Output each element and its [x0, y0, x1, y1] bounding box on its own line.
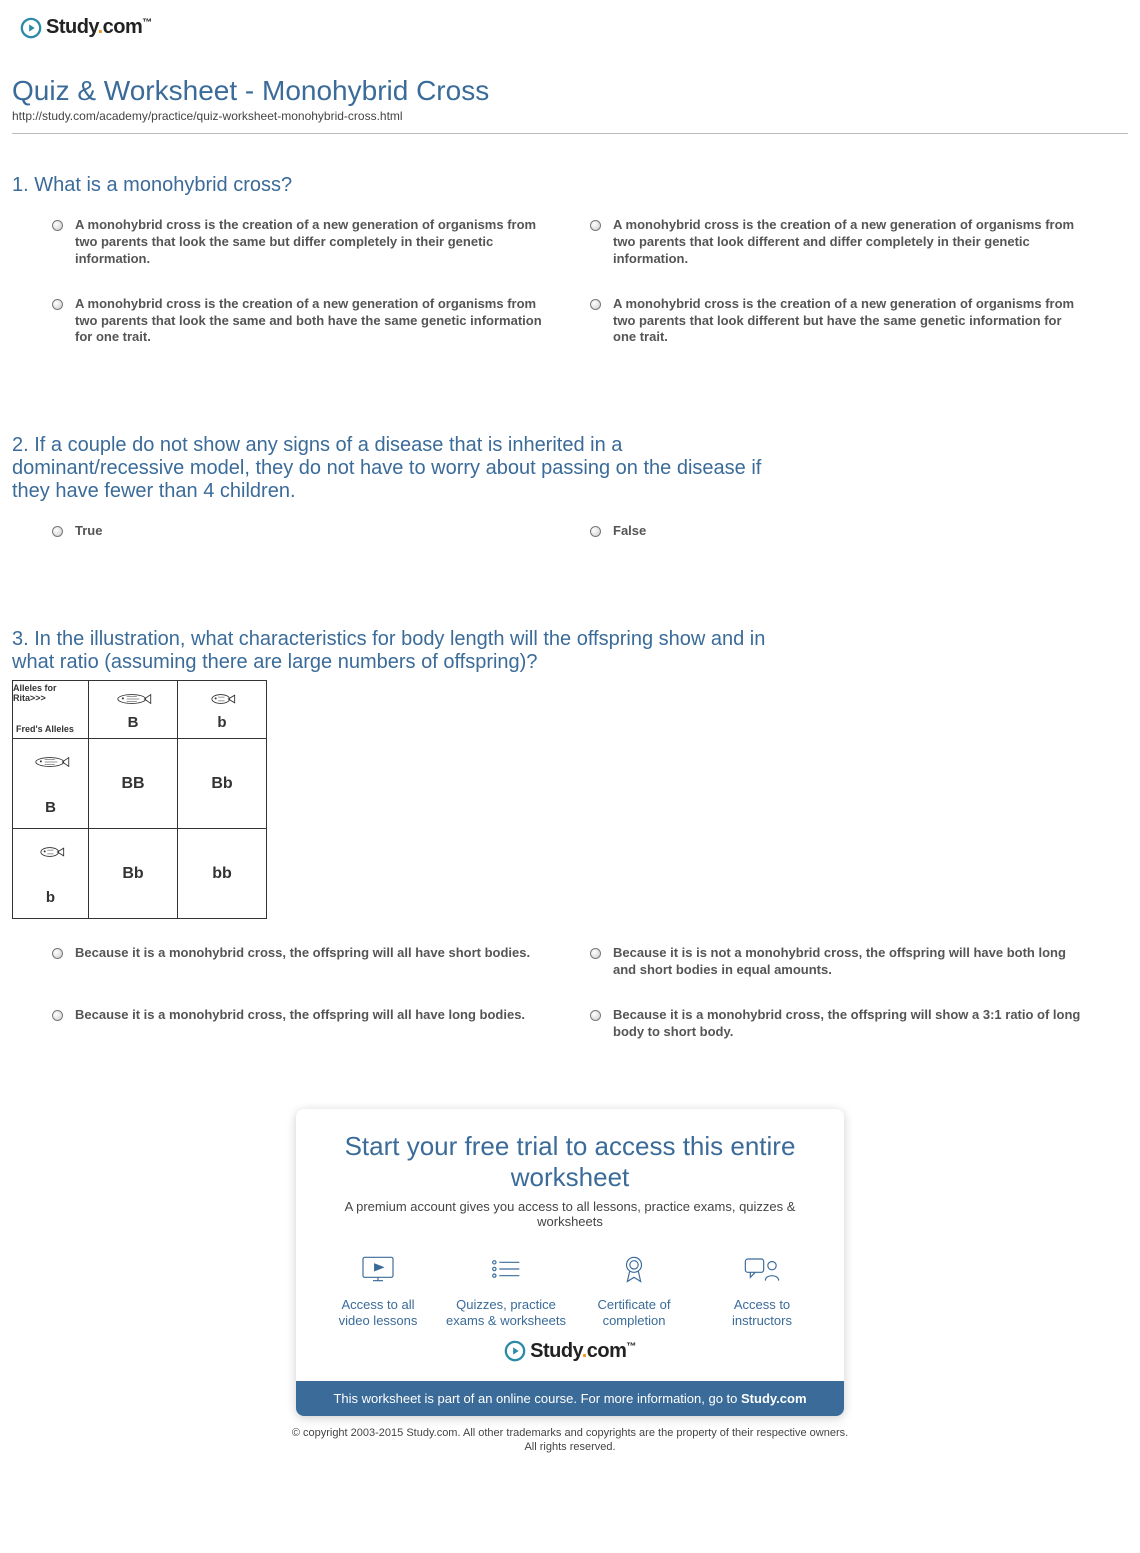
- punnett-cell: Bb: [89, 829, 178, 919]
- radio-icon[interactable]: [590, 220, 601, 231]
- answer-option[interactable]: A monohybrid cross is the creation of a …: [590, 217, 1128, 268]
- punnett-cell: bb: [178, 829, 267, 919]
- fish-icon: [32, 845, 70, 859]
- video-icon: [358, 1253, 398, 1285]
- card-logo: Study.com™: [314, 1340, 826, 1363]
- fish-icon: [203, 692, 241, 706]
- question-text: 2. If a couple do not show any signs of …: [12, 434, 772, 503]
- answer-option[interactable]: A monohybrid cross is the creation of a …: [52, 217, 590, 268]
- list-icon: [486, 1253, 526, 1285]
- trial-card: Start your free trial to access this ent…: [296, 1109, 844, 1416]
- radio-icon[interactable]: [52, 526, 63, 537]
- play-circle-icon: [20, 17, 42, 39]
- question-2: 2. If a couple do not show any signs of …: [12, 434, 1128, 568]
- card-subtitle: A premium account gives you access to al…: [314, 1199, 826, 1229]
- answer-option[interactable]: Because it is a monohybrid cross, the of…: [52, 1007, 590, 1041]
- benefit-certificate: Certificate ofcompletion: [570, 1253, 698, 1330]
- play-circle-icon: [504, 1340, 526, 1362]
- punnett-cell: BB: [89, 739, 178, 829]
- radio-icon[interactable]: [590, 948, 601, 959]
- fish-icon: [114, 692, 152, 706]
- radio-icon[interactable]: [52, 1010, 63, 1021]
- answer-option[interactable]: A monohybrid cross is the creation of a …: [590, 296, 1128, 347]
- answer-option[interactable]: Because it is a monohybrid cross, the of…: [52, 945, 590, 979]
- question-text: 1. What is a monohybrid cross?: [12, 174, 772, 197]
- card-banner[interactable]: This worksheet is part of an online cour…: [296, 1381, 844, 1416]
- logo-text: Study.com™: [530, 1340, 636, 1363]
- answer-option[interactable]: False: [590, 523, 1128, 540]
- logo-text: Study.com™: [46, 16, 152, 39]
- question-text: 3. In the illustration, what characteris…: [12, 628, 772, 674]
- benefit-instructors: Access toinstructors: [698, 1253, 826, 1330]
- site-logo: Study.com™: [12, 10, 1128, 55]
- copyright: © copyright 2003-2015 Study.com. All oth…: [12, 1426, 1128, 1456]
- answer-option[interactable]: True: [52, 523, 590, 540]
- question-1: 1. What is a monohybrid cross? A monohyb…: [12, 174, 1128, 374]
- radio-icon[interactable]: [52, 948, 63, 959]
- answer-option[interactable]: Because it is is not a monohybrid cross,…: [590, 945, 1128, 979]
- benefit-quizzes: Quizzes, practiceexams & worksheets: [442, 1253, 570, 1330]
- ribbon-icon: [614, 1253, 654, 1285]
- question-3: 3. In the illustration, what characteris…: [12, 628, 1128, 1069]
- punnett-header-corner: Alleles for Rita>>> Fred's Alleles: [13, 681, 89, 739]
- punnett-cell: Bb: [178, 739, 267, 829]
- banner-link[interactable]: Study.com: [741, 1391, 807, 1406]
- punnett-square: Alleles for Rita>>> Fred's Alleles B b B…: [12, 680, 267, 919]
- divider: [12, 133, 1128, 134]
- answer-option[interactable]: A monohybrid cross is the creation of a …: [52, 296, 590, 347]
- page-title: Quiz & Worksheet - Monohybrid Cross: [12, 75, 1128, 107]
- punnett-col-header: b: [178, 681, 267, 739]
- answer-option[interactable]: Because it is a monohybrid cross, the of…: [590, 1007, 1128, 1041]
- instructor-icon: [742, 1253, 782, 1285]
- radio-icon[interactable]: [590, 1010, 601, 1021]
- page-url: http://study.com/academy/practice/quiz-w…: [12, 109, 1128, 123]
- fish-icon: [32, 755, 70, 769]
- radio-icon[interactable]: [52, 299, 63, 310]
- radio-icon[interactable]: [590, 299, 601, 310]
- punnett-row-header: B: [13, 739, 89, 829]
- benefit-video: Access to allvideo lessons: [314, 1253, 442, 1330]
- punnett-row-header: b: [13, 829, 89, 919]
- radio-icon[interactable]: [590, 526, 601, 537]
- card-title: Start your free trial to access this ent…: [314, 1131, 826, 1193]
- radio-icon[interactable]: [52, 220, 63, 231]
- punnett-col-header: B: [89, 681, 178, 739]
